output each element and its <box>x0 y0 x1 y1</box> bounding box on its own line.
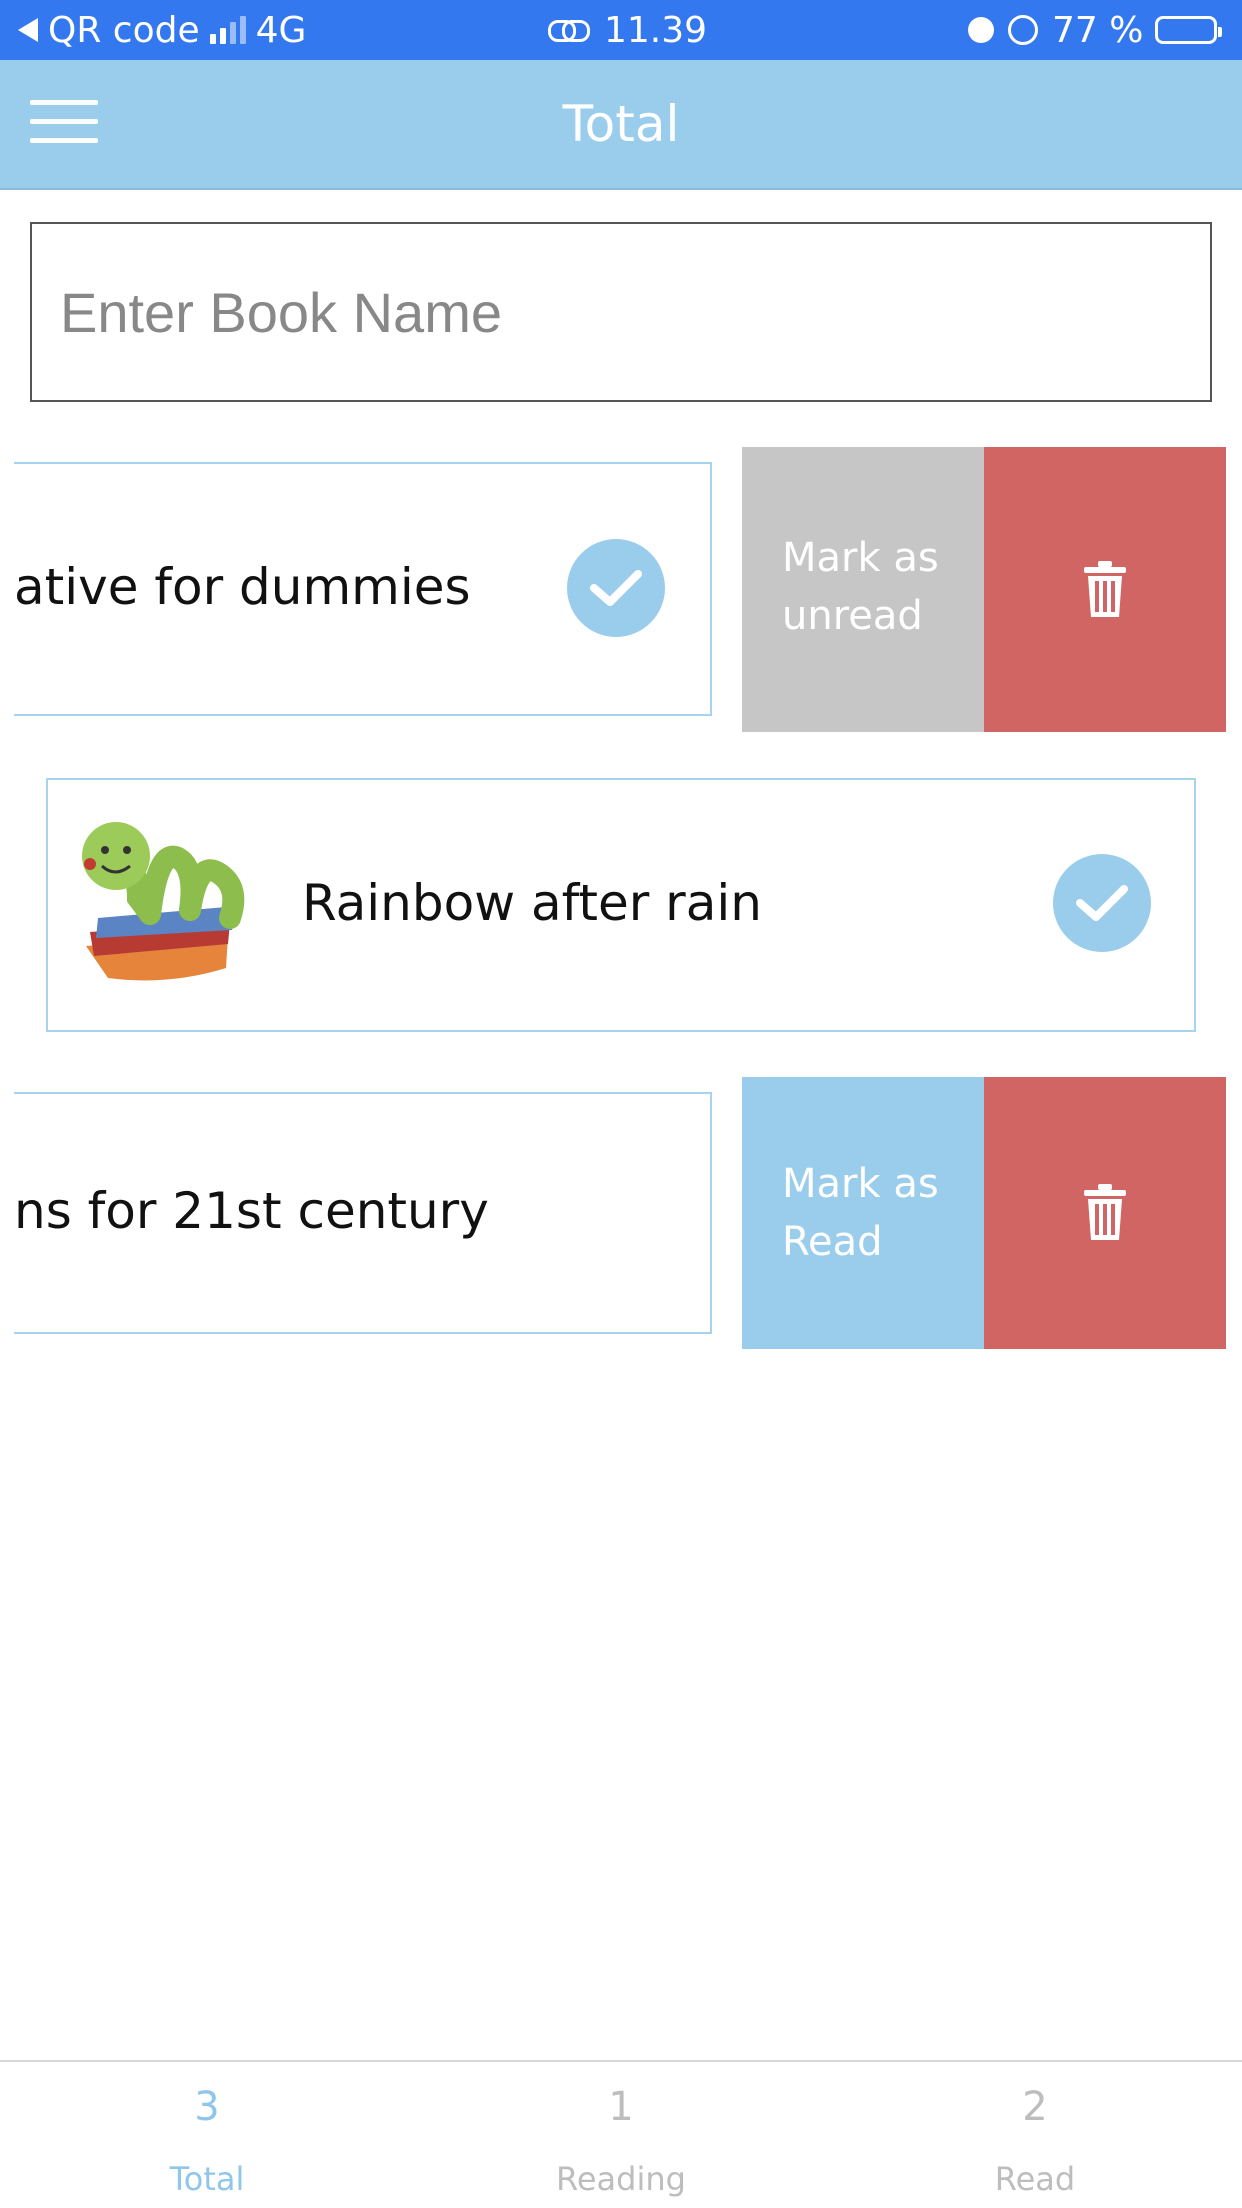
tab-read[interactable]: 2 Read <box>828 2062 1242 2208</box>
battery-icon <box>1155 16 1223 44</box>
status-right: 77 % <box>968 0 1223 60</box>
network-type: 4G <box>255 9 307 51</box>
tab-count: 1 <box>608 2084 634 2130</box>
app-header: Total <box>0 60 1242 190</box>
book-name-input[interactable] <box>32 224 1210 400</box>
book-name-field[interactable] <box>30 222 1212 402</box>
clock: 11.39 <box>604 9 708 51</box>
back-to-app[interactable]: QR code 4G <box>18 0 306 60</box>
book-card[interactable]: Rainbow after rain <box>46 778 1196 1032</box>
signal-icon <box>209 16 246 44</box>
book-title: ns for 21st century <box>14 1182 489 1240</box>
mark-as-read-button[interactable]: Mark as Read <box>742 1077 984 1349</box>
tab-reading[interactable]: 1 Reading <box>414 2062 828 2208</box>
alarm-icon <box>968 17 994 43</box>
status-center: 11.39 <box>548 0 707 60</box>
back-arrow-icon <box>18 18 38 42</box>
trash-icon <box>1084 560 1126 617</box>
trash-icon <box>1084 1184 1126 1240</box>
delete-button[interactable] <box>984 447 1226 732</box>
battery-percent: 77 % <box>1052 9 1144 51</box>
link-icon <box>548 18 590 42</box>
back-app-label: QR code <box>48 9 200 51</box>
read-check-icon[interactable] <box>567 539 665 637</box>
page-title: Total <box>562 95 680 153</box>
mark-as-unread-label: Mark as unread <box>782 535 939 639</box>
tab-label: Reading <box>556 2160 686 2198</box>
book-title: Rainbow after rain <box>302 874 762 932</box>
mark-as-unread-button[interactable]: Mark as unread <box>742 447 984 732</box>
book-title: ative for dummies <box>14 558 471 616</box>
book-card[interactable]: ative for dummies <box>14 462 712 716</box>
book-card[interactable]: ns for 21st century <box>14 1092 712 1334</box>
tab-count: 2 <box>1022 2084 1048 2130</box>
delete-button[interactable] <box>984 1077 1226 1349</box>
read-check-icon[interactable] <box>1053 854 1151 952</box>
tab-total[interactable]: 3 Total <box>0 2062 414 2208</box>
bookworm-icon <box>78 818 258 988</box>
tab-label: Total <box>169 2160 245 2198</box>
rotation-lock-icon <box>1008 15 1038 45</box>
tab-label: Read <box>994 2160 1076 2198</box>
tab-bar: 3 Total 1 Reading 2 Read <box>0 2060 1242 2208</box>
status-bar: QR code 4G 11.39 77 % <box>0 0 1242 60</box>
tab-count: 3 <box>194 2084 220 2130</box>
mark-as-read-label: Mark as Read <box>782 1161 939 1265</box>
